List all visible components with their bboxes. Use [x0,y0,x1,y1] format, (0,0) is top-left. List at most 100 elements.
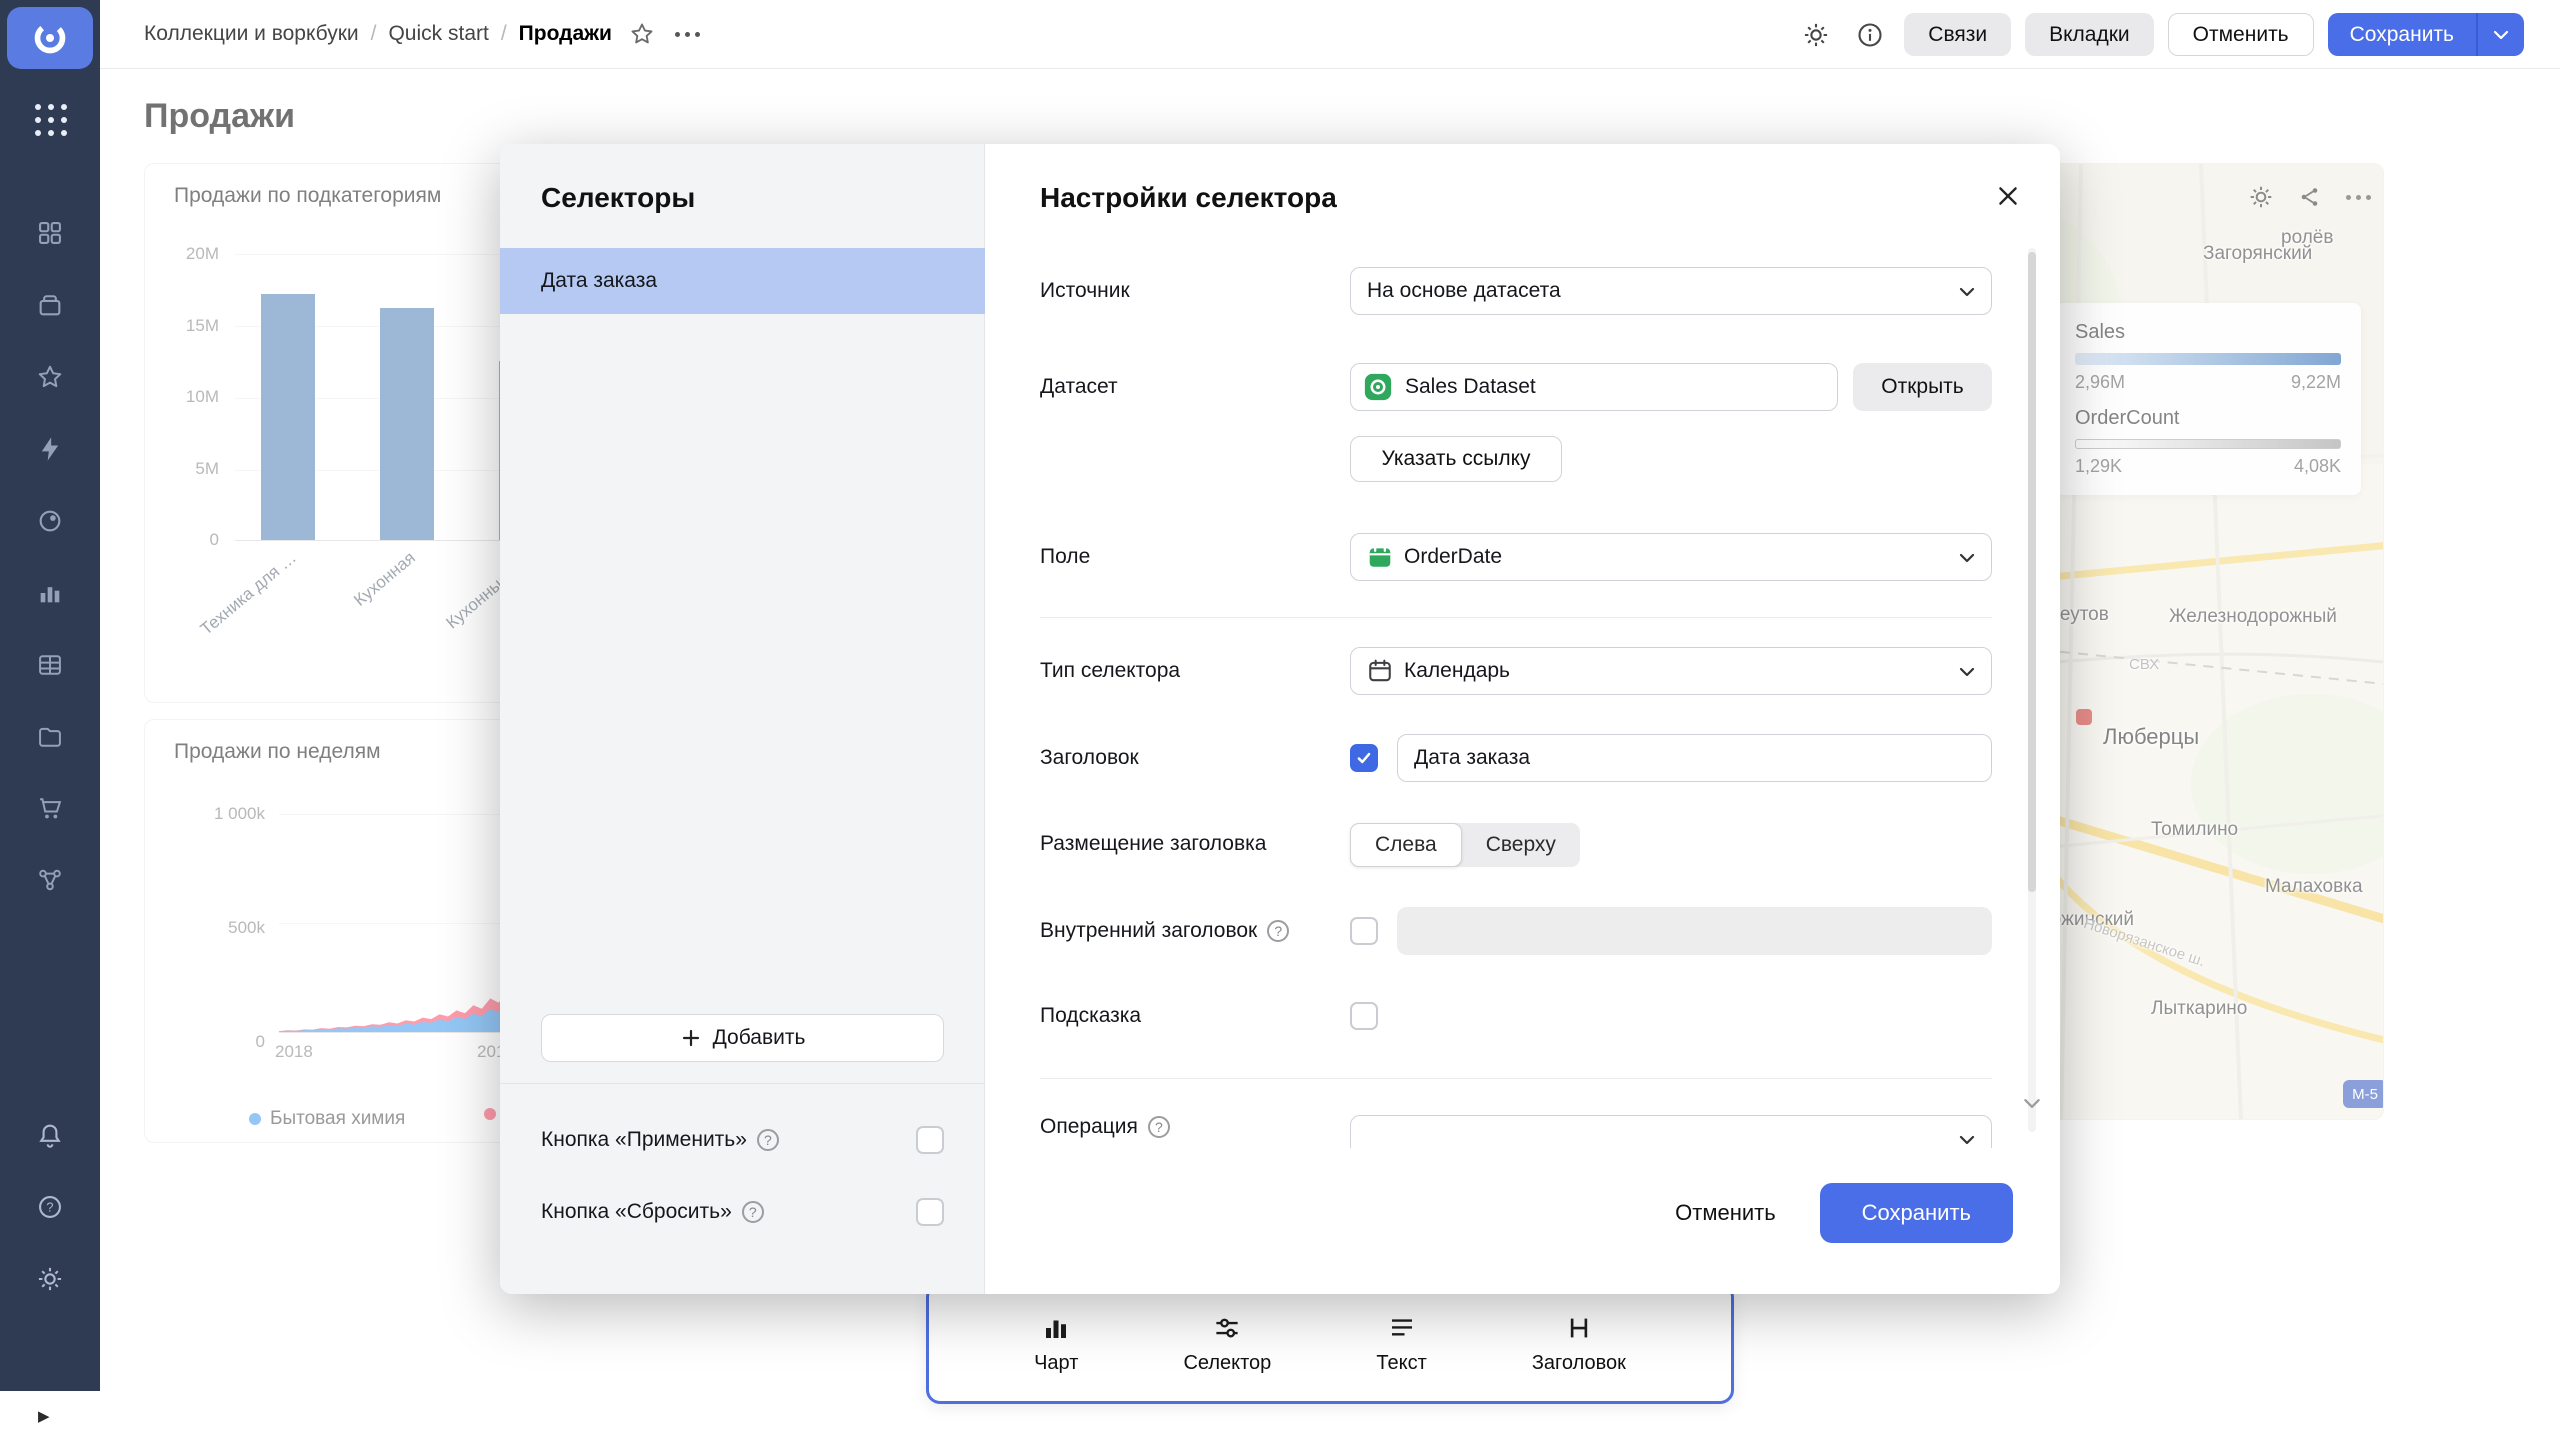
reset-button-row: Кнопка «Сбросить» ? [541,1190,944,1234]
help-icon[interactable]: ? [756,1129,779,1151]
operation-select[interactable] [1350,1115,1992,1148]
sidebar-item-folders[interactable] [36,723,64,751]
sidebar-item-charts[interactable] [36,579,64,607]
dialog-save-button[interactable]: Сохранить [1819,1183,2013,1243]
sidebar-item-flows[interactable] [36,866,64,894]
sidebar-expand[interactable]: ▶ [0,1391,100,1440]
dialog-cancel-button[interactable]: Отменить [1649,1183,1802,1243]
open-dataset-button[interactable]: Открыть [1853,363,1992,411]
title-checkbox[interactable] [1350,744,1378,772]
ellipsis-icon [675,31,701,37]
bell-icon [39,1124,61,1148]
sidebar: ? [0,0,100,1391]
dataset-field[interactable]: Sales Dataset [1350,363,1838,411]
add-selector-button[interactable]: Добавить [541,1014,944,1062]
info-icon [1858,22,1882,47]
help-icon: ? [39,1196,61,1218]
hint-label: Подсказка [1040,1004,1142,1027]
breadcrumb: Коллекции и воркбуки / Quick start / Про… [144,14,708,54]
field-select[interactable]: OrderDate [1350,533,1992,581]
selectors-dialog: Селекторы Дата заказа Добавить Кнопка «П… [500,144,2060,1294]
help-icon[interactable]: ? [1147,1116,1170,1138]
header-actions: Связи Вкладки Отменить Сохранить [1796,13,2524,56]
toolbar-item-selector[interactable]: Селектор [1183,1313,1271,1375]
save-button[interactable]: Сохранить [2328,13,2476,56]
cart-icon [40,798,62,819]
inner-title-checkbox[interactable] [1350,917,1378,945]
breadcrumb-collections[interactable]: Коллекции и воркбуки [144,22,359,46]
sidebar-item-widgets[interactable] [36,219,64,247]
connections-button[interactable]: Связи [1904,13,2012,56]
text-lines-icon [1391,1318,1412,1335]
selector-list-item[interactable]: Дата заказа [500,248,985,314]
breadcrumb-separator: / [500,22,507,45]
dataset-label: Датасет [1040,375,1118,398]
toolbar-item-label: Селектор [1183,1351,1272,1374]
placement-option-top[interactable]: Сверху [1462,823,1580,867]
selector-list-item-label: Дата заказа [541,269,658,292]
hint-checkbox[interactable] [1350,1002,1378,1030]
panel-title: Селекторы [541,182,696,213]
datalens-logo-icon [34,22,66,54]
sidebar-item-favorites[interactable] [36,363,64,391]
toolbar-item-label: Заголовок [1531,1351,1626,1374]
close-button[interactable] [1990,178,2026,214]
inner-title-label: Внутренний заголовок ? [1040,917,1290,945]
info-button[interactable] [1850,15,1890,55]
star-icon [631,23,653,44]
scroll-down-arrow-icon[interactable] [2023,1096,2041,1114]
sidebar-item-notifications[interactable] [36,1121,64,1149]
title-input[interactable] [1414,746,1975,770]
widgets-icon [39,222,61,244]
favorite-star-button[interactable] [622,14,662,54]
selectors-list-panel: Селекторы Дата заказа Добавить Кнопка «П… [500,144,985,1294]
placement-option-left[interactable]: Слева [1350,823,1462,867]
source-label: Источник [1040,279,1130,302]
divider [500,1083,985,1084]
reset-button-checkbox[interactable] [916,1198,944,1226]
settings-button[interactable] [1796,15,1836,55]
apply-button-checkbox[interactable] [916,1126,944,1154]
sidebar-item-settings[interactable] [36,1265,64,1293]
chevron-down-icon [1959,553,1975,563]
save-menu-button[interactable] [2478,13,2524,56]
toolbar-item-chart[interactable]: Чарт [1034,1313,1078,1375]
sidebar-item-help[interactable]: ? [36,1193,64,1221]
lightning-icon [41,437,59,461]
date-field-icon [1367,544,1393,570]
toolbar-item-text[interactable]: Текст [1376,1313,1427,1375]
chevron-down-icon [1959,1135,1975,1145]
inner-title-input [1414,919,1975,943]
breadcrumb-current: Продажи [518,22,612,45]
datalens-logo[interactable] [7,7,93,69]
help-icon[interactable]: ? [1267,920,1290,942]
reset-button-label: Кнопка «Сбросить» [541,1200,732,1223]
plus-icon [682,1029,699,1047]
chevron-down-icon [1959,667,1975,677]
gear-icon [38,1267,62,1291]
heading-icon [1570,1318,1588,1337]
toolbar-item-heading[interactable]: Заголовок [1532,1313,1626,1375]
source-select[interactable]: На основе датасета [1350,267,1992,315]
apply-button-row: Кнопка «Применить» ? [541,1118,944,1162]
cancel-edit-button[interactable]: Отменить [2167,13,2314,56]
sidebar-item-marketplace[interactable] [36,794,64,822]
apps-grid-icon[interactable] [35,104,67,136]
dialog-title: Настройки селектора [1040,182,1337,213]
top-bar: Коллекции и воркбуки / Quick start / Про… [100,0,2560,69]
more-button[interactable] [668,14,708,54]
sidebar-item-lens[interactable] [36,507,64,535]
scrollbar-thumb[interactable] [2028,252,2036,892]
selector-type-select[interactable]: Календарь [1350,647,1992,695]
sidebar-item-tables[interactable] [36,651,64,679]
tabs-button[interactable]: Вкладки [2025,13,2154,56]
sidebar-item-collections[interactable] [36,291,64,319]
star-icon [38,365,62,388]
play-icon: ▶ [38,1407,50,1425]
sidebar-item-functions[interactable] [36,435,64,463]
specify-link-button[interactable]: Указать ссылку [1350,436,1562,482]
breadcrumb-workbook[interactable]: Quick start [388,22,488,46]
help-icon[interactable]: ? [741,1201,764,1223]
edit-toolbar: Чарт Селектор Текст Заголовок [926,1283,1734,1404]
dialog-form: Источник На основе датасета Датасет Sale… [985,244,2060,1148]
